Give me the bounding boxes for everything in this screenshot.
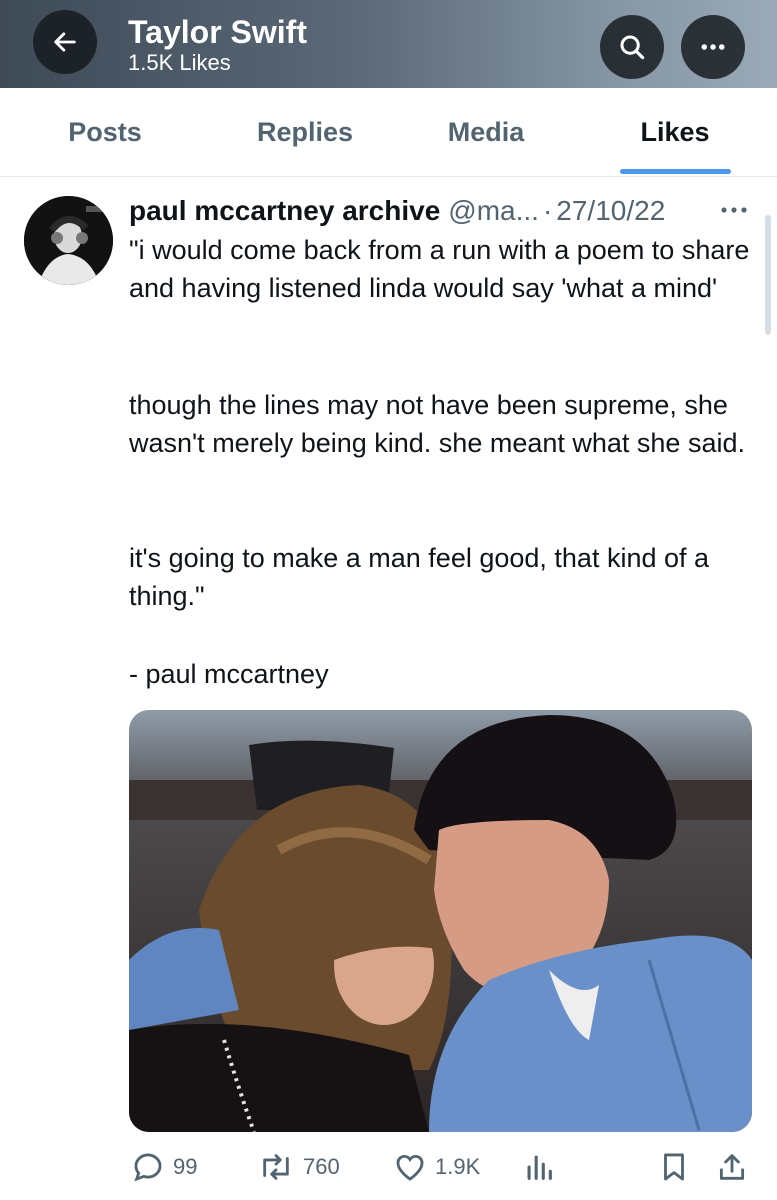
active-tab-indicator [620, 169, 731, 174]
tab-media[interactable]: Media [415, 88, 557, 176]
author-name[interactable]: paul mccartney archive [129, 195, 440, 227]
repost-icon [263, 1154, 289, 1180]
reply-button[interactable]: 99 [131, 1145, 197, 1189]
repost-count: 760 [303, 1154, 340, 1179]
reply-count: 99 [173, 1154, 198, 1179]
author-handle[interactable]: @ma... [448, 195, 539, 227]
post-actions: 99 760 1.9K [0, 1145, 777, 1189]
tab-likes[interactable]: Likes [610, 88, 740, 176]
like-count: 1.9K [435, 1154, 481, 1179]
bookmark-icon [664, 1153, 684, 1181]
post-photo[interactable] [129, 710, 752, 1132]
post-text-paragraph: though the lines may not have been supre… [129, 390, 745, 458]
profile-tabs: Posts Replies Media Likes [0, 88, 777, 177]
search-button[interactable] [600, 15, 664, 79]
repost-button[interactable]: 760 [257, 1145, 340, 1189]
share-button[interactable] [715, 1145, 749, 1189]
post-date[interactable]: 27/10/22 [556, 195, 665, 227]
more-icon [701, 44, 725, 50]
meta-separator: · [542, 195, 553, 226]
profile-header: Taylor Swift 1.5K Likes [0, 0, 777, 88]
scrollbar[interactable] [765, 215, 771, 335]
post-text-paragraph: "i would come back from a run with a poe… [129, 235, 750, 303]
likes-count: 1.5K Likes [128, 50, 231, 75]
author-avatar[interactable] [24, 196, 113, 285]
share-icon [719, 1154, 745, 1180]
more-icon [721, 207, 747, 213]
tab-posts[interactable]: Posts [35, 88, 175, 176]
post-more-button[interactable] [714, 196, 754, 224]
heart-icon [396, 1154, 424, 1181]
post-meta: paul mccartney archive @ma... · 27/10/22 [129, 193, 665, 229]
analytics-icon [527, 1155, 552, 1180]
search-icon [620, 35, 645, 60]
tab-replies[interactable]: Replies [230, 88, 380, 176]
more-button[interactable] [681, 15, 745, 79]
views-button[interactable] [522, 1145, 556, 1189]
back-button[interactable] [33, 10, 97, 74]
back-arrow-icon [54, 32, 76, 52]
bookmark-button[interactable] [657, 1145, 691, 1189]
post-text-paragraph: it's going to make a man feel good, that… [129, 543, 710, 611]
reply-icon [134, 1153, 162, 1182]
like-button[interactable]: 1.9K [393, 1145, 480, 1189]
profile-name: Taylor Swift [128, 14, 307, 50]
post-text-paragraph: - paul mccartney [129, 659, 329, 689]
